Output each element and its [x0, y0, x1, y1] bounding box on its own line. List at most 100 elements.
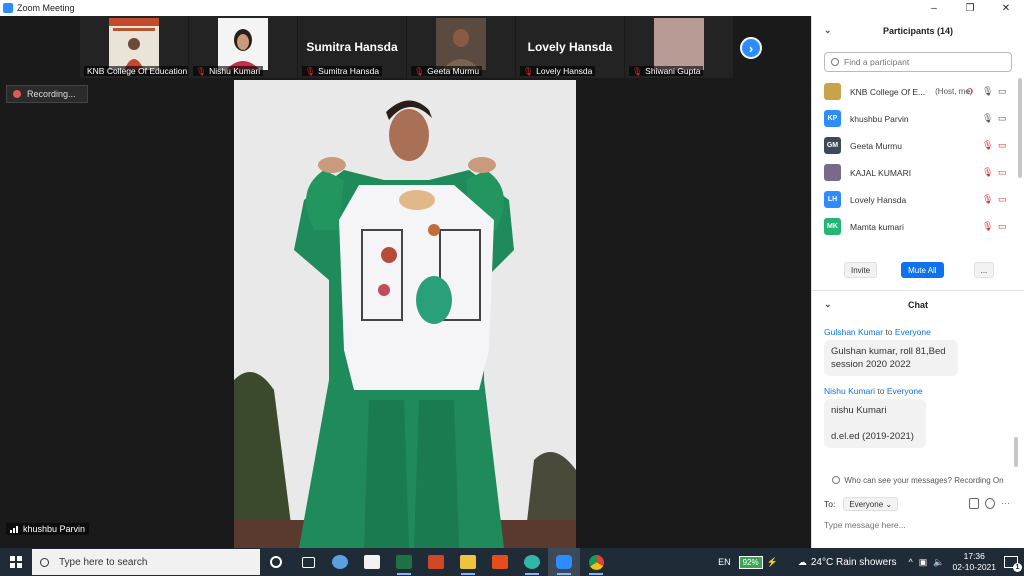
participant-row[interactable]: KNB College Of E... (Host, me) ⊙ 🎙 ▭: [812, 78, 1024, 105]
excel-icon[interactable]: [388, 548, 420, 576]
privacy-note-text: Who can see your messages? Recording On: [844, 475, 1004, 485]
chat-scrollbar[interactable]: [1014, 437, 1018, 467]
tile-name-label: 🎙 Geeta Murmu: [411, 66, 483, 76]
sender-name[interactable]: Nishu Kumari: [824, 386, 875, 396]
participants-title: Participants (14): [882, 26, 954, 36]
minimize-button[interactable]: –: [916, 0, 952, 16]
privacy-note[interactable]: Who can see your messages? Recording On: [812, 473, 1024, 487]
chevron-down-icon[interactable]: ⌄: [824, 25, 832, 36]
volume-icon[interactable]: 🔈: [933, 557, 944, 568]
video-tile-sumitra[interactable]: Sumitra Hansda 🎙 Sumitra Hansda: [298, 16, 406, 78]
message-line: session 2020 2022: [831, 359, 911, 370]
participant-video: [218, 18, 268, 70]
more-button[interactable]: ...: [973, 262, 995, 278]
file-icon[interactable]: [969, 498, 979, 509]
chat-header: ⌄ Chat: [812, 291, 1024, 319]
muted-mic-icon[interactable]: 🎙: [982, 221, 993, 232]
store-icon[interactable]: [356, 548, 388, 576]
participant-video: [436, 18, 486, 70]
message-sender: Nishu Kumari to Everyone: [824, 386, 1024, 396]
next-page-button[interactable]: ›: [740, 37, 762, 59]
signal-bars-icon: [10, 525, 19, 533]
camera-off-icon[interactable]: ▭: [998, 194, 1007, 205]
recording-label: Recording...: [27, 89, 76, 99]
camera-icon[interactable]: ▭: [998, 113, 1007, 124]
more-icon[interactable]: ···: [1001, 498, 1010, 509]
active-speaker-label: khushbu Parvin: [6, 523, 90, 535]
participant-search-input[interactable]: [844, 57, 1004, 67]
video-tile-nishu[interactable]: 🎙 Nishu Kumari: [189, 16, 297, 78]
participant-row[interactable]: LH Lovely Hansda 🎙 ▭: [812, 186, 1024, 213]
video-tile-lovely[interactable]: Lovely Hansda 🎙 Lovely Hansda: [516, 16, 624, 78]
emoji-icon[interactable]: [985, 498, 995, 509]
avatar: [824, 83, 841, 100]
chat-bubble[interactable]: nishu Kumari d.el.ed (2019-2021): [824, 399, 926, 448]
participant-name: khushbu Parvin: [850, 113, 909, 124]
recipient-select[interactable]: Everyone ⌄: [843, 497, 899, 511]
chrome-icon[interactable]: [580, 548, 612, 576]
muted-mic-icon[interactable]: 🎙: [982, 140, 993, 151]
message-line: Gulshan kumar, roll 81,Bed: [831, 346, 946, 357]
record-icon: ⊙: [966, 86, 974, 96]
system-tray: EN 92% ⚡ ☁ 24°C Rain showers ^ ▣ 🔈 17:36…: [718, 548, 1024, 576]
camera-off-icon[interactable]: ▭: [998, 221, 1007, 232]
muted-mic-icon[interactable]: 🎙: [982, 167, 993, 178]
edge-icon[interactable]: [516, 548, 548, 576]
participant-row[interactable]: KAJAL KUMARI 🎙 ▭: [812, 159, 1024, 186]
language-indicator[interactable]: EN: [718, 557, 731, 567]
chevron-down-icon[interactable]: ⌄: [824, 299, 832, 310]
clock[interactable]: 17:36 02-10-2021: [953, 551, 996, 573]
video-tile-knb[interactable]: KNB College Of Education: [80, 16, 188, 78]
avatar: MK: [824, 218, 841, 235]
mic-icon[interactable]: 🎙: [982, 113, 993, 124]
weather-icon[interactable]: ☁: [798, 557, 807, 568]
participant-scrollbar[interactable]: [1018, 78, 1022, 178]
maximize-button[interactable]: ❐: [952, 0, 988, 16]
camera-off-icon[interactable]: ▭: [998, 167, 1007, 178]
cortana-icon[interactable]: [260, 548, 292, 576]
recording-indicator[interactable]: Recording...: [6, 85, 88, 103]
participant-row[interactable]: GM Geeta Murmu 🎙 ▭: [812, 132, 1024, 159]
file-explorer-icon[interactable]: [452, 548, 484, 576]
avatar: GM: [824, 137, 841, 154]
zoom-icon[interactable]: [548, 548, 580, 576]
powerpoint-icon[interactable]: [420, 548, 452, 576]
network-icon[interactable]: ▣: [919, 557, 928, 568]
tile-name-label: KNB College Of Education: [84, 66, 188, 76]
invite-button[interactable]: Invite: [844, 262, 878, 278]
chat-messages: Gulshan Kumar to Everyone Gulshan kumar,…: [812, 327, 1024, 471]
participant-name: KNB College Of E...: [850, 86, 926, 97]
task-view-icon[interactable]: [292, 548, 324, 576]
participant-name: KAJAL KUMARI: [850, 167, 912, 178]
participant-row[interactable]: KP khushbu Parvin 🎙 ▭: [812, 105, 1024, 132]
chat-message-input[interactable]: [824, 520, 1014, 530]
participant-search[interactable]: [824, 52, 1012, 72]
windows-taskbar: Type here to search EN 92% ⚡ ☁ 24°C Rain…: [0, 548, 1024, 576]
message-line: nishu Kumari: [831, 405, 887, 416]
start-button[interactable]: [0, 548, 32, 576]
taskbar-search[interactable]: Type here to search: [32, 549, 260, 575]
video-tile-shiwani[interactable]: 🎙 Shiwani Gupta: [625, 16, 733, 78]
chevron-up-icon[interactable]: ^: [909, 557, 913, 567]
weather-text[interactable]: 24°C Rain showers: [811, 557, 897, 568]
video-strip: KNB College Of Education 🎙 Nishu Kumari S…: [80, 16, 734, 78]
message-line: d.el.ed (2019-2021): [831, 431, 914, 442]
sender-name[interactable]: Gulshan Kumar: [824, 327, 883, 337]
mute-all-button[interactable]: Mute All: [901, 262, 944, 278]
muted-mic-icon[interactable]: 🎙: [982, 194, 993, 205]
chat-bubble[interactable]: Gulshan kumar, roll 81,Bed session 2020 …: [824, 340, 958, 376]
battery-indicator[interactable]: 92%: [738, 555, 763, 569]
edge-legacy-icon[interactable]: [324, 548, 356, 576]
video-tile-geeta[interactable]: 🎙 Geeta Murmu: [407, 16, 515, 78]
office-icon[interactable]: [484, 548, 516, 576]
mic-icon[interactable]: 🎙: [982, 86, 993, 97]
notification-icon[interactable]: 1: [1004, 556, 1022, 572]
muted-mic-icon: 🎙: [523, 66, 534, 76]
recording-dot-icon: [13, 90, 21, 98]
close-button[interactable]: ✕: [988, 0, 1024, 16]
camera-off-icon[interactable]: ▭: [998, 140, 1007, 151]
chat-input-area: [812, 519, 1024, 531]
participant-row[interactable]: MK Mamta kumari 🎙 ▭: [812, 213, 1024, 240]
camera-icon[interactable]: ▭: [998, 86, 1007, 97]
chat-recipient-row: To: Everyone ⌄ ···: [812, 497, 1024, 511]
